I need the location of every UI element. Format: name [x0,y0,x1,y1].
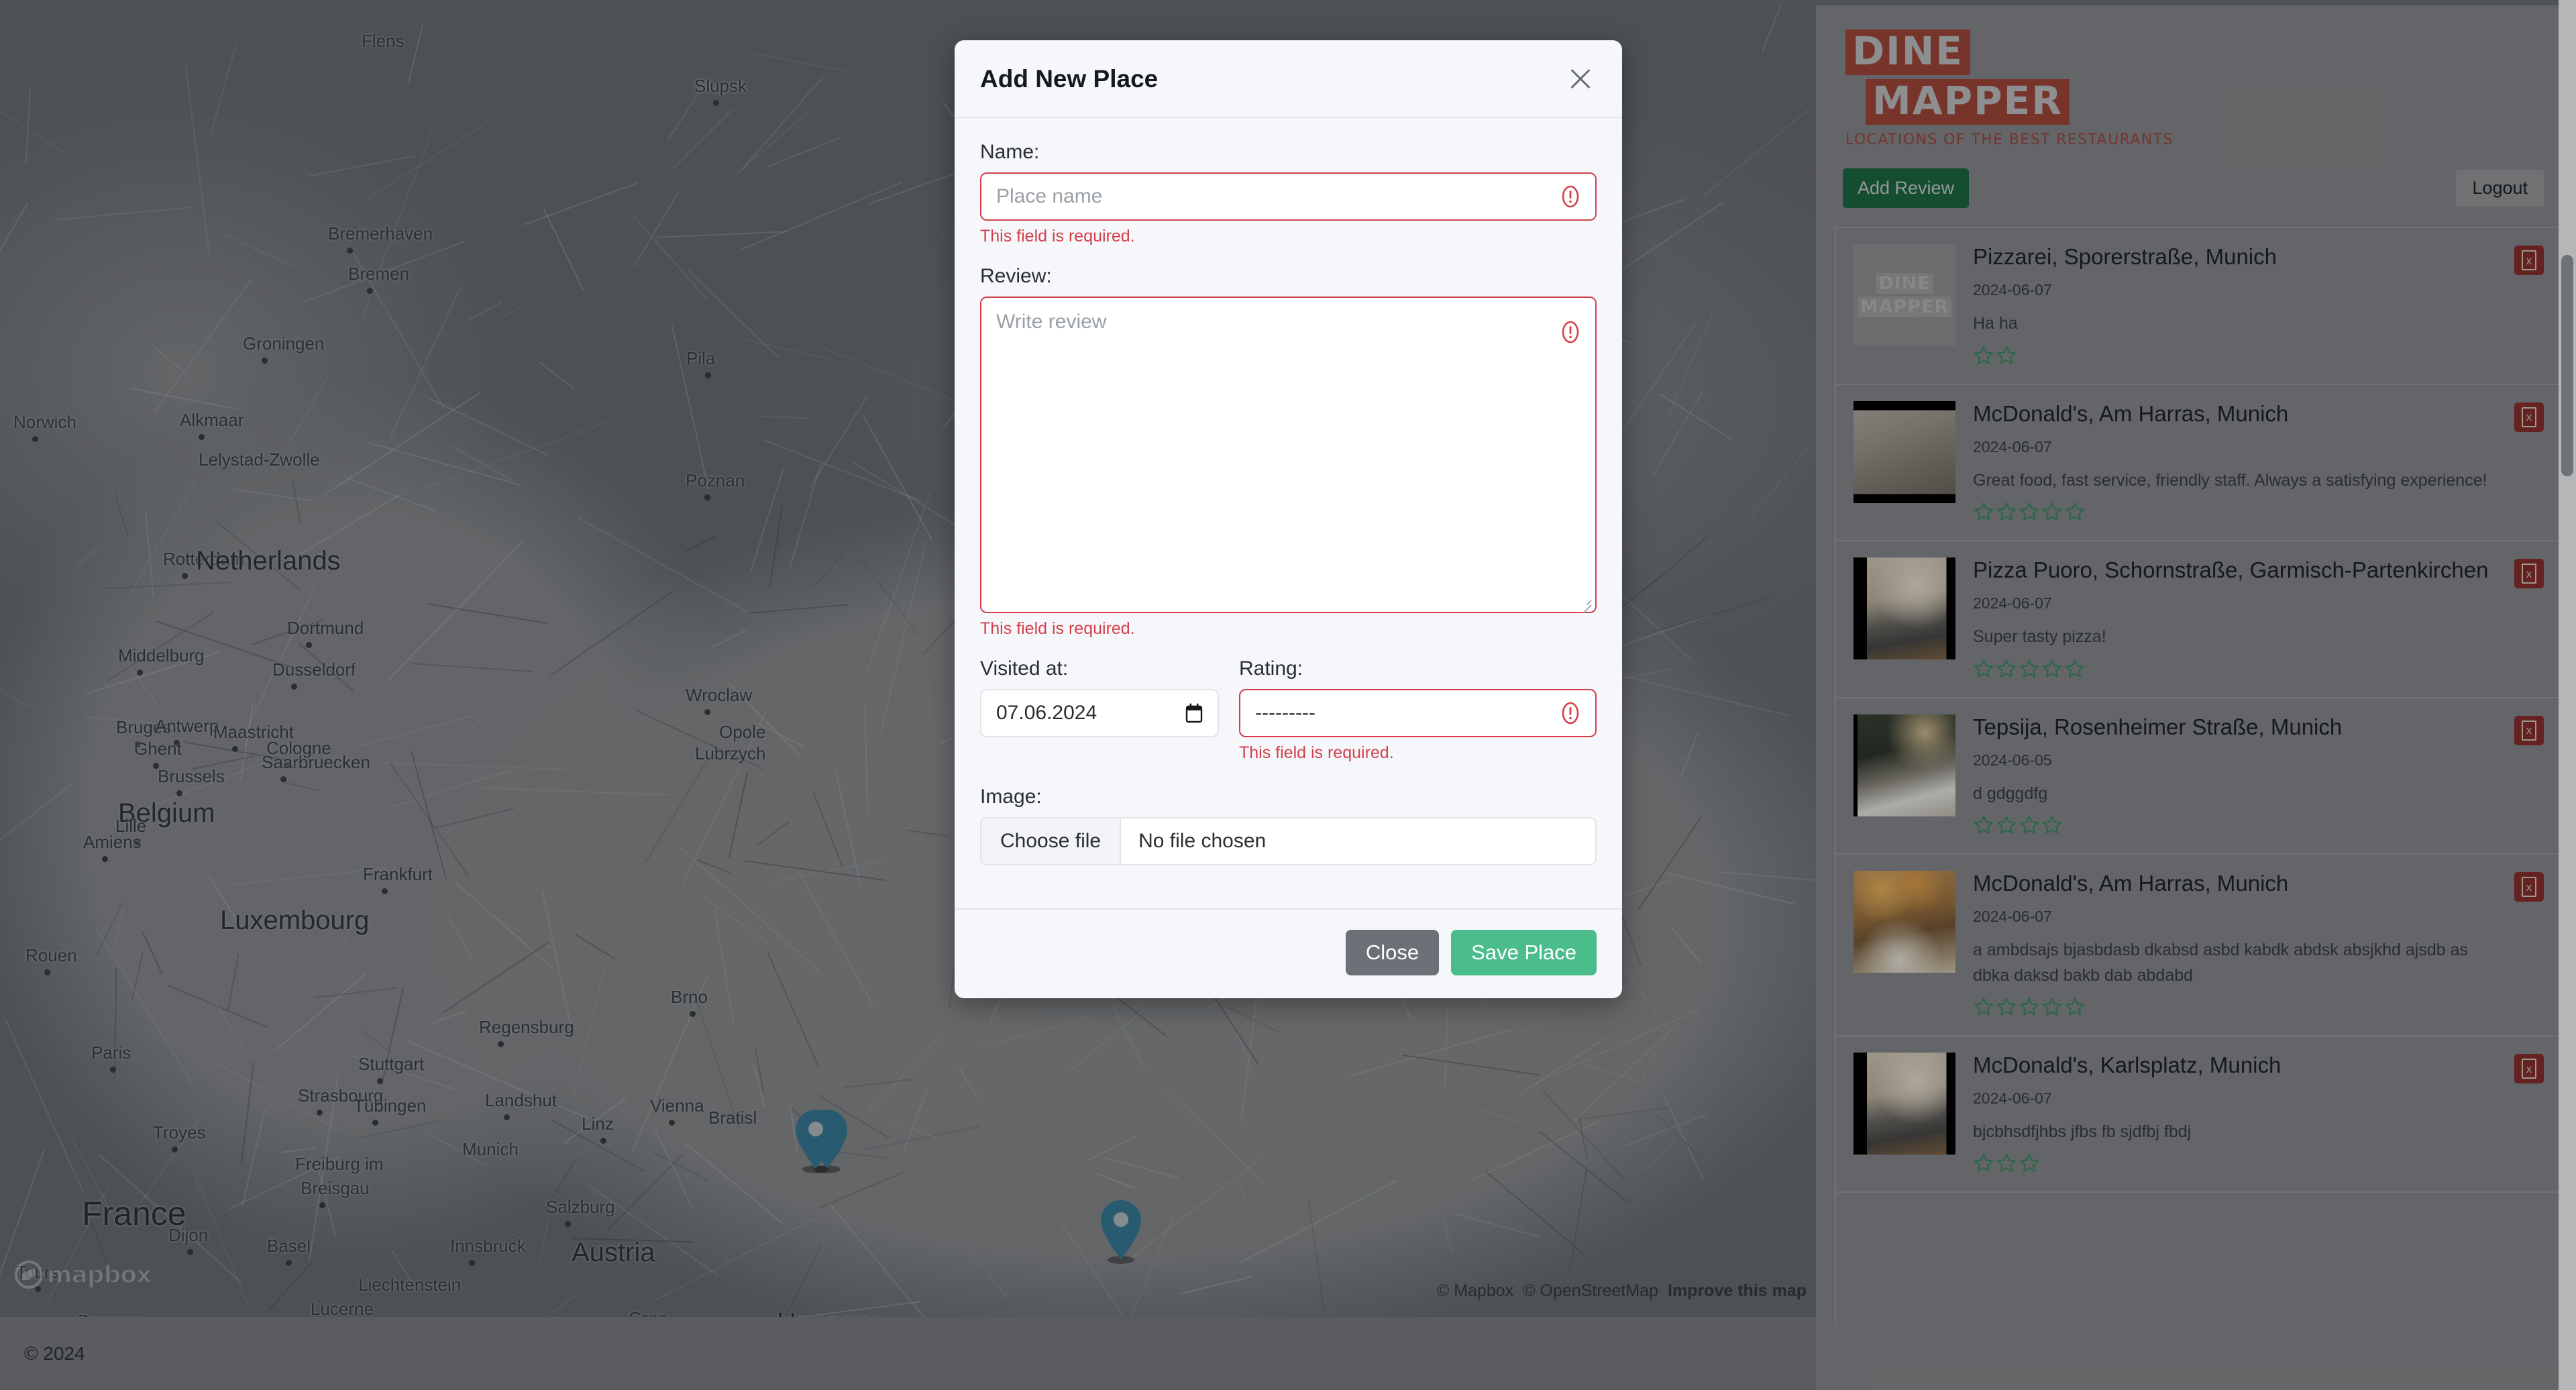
field-rating: Rating: This field is required. [1239,657,1597,763]
name-input[interactable] [980,172,1597,221]
choose-file-button[interactable]: Choose file [981,818,1122,864]
warning-icon [1559,702,1582,725]
close-button[interactable]: Close [1345,930,1440,975]
modal-title: Add New Place [980,65,1159,93]
add-new-place-dialog: Add New Place Name: This field is requir… [955,40,1622,998]
page-scrollbar[interactable] [2559,0,2576,1390]
review-error: This field is required. [980,619,1135,638]
rating-label: Rating: [1239,657,1303,680]
field-review: Review: This field is required. [980,265,1597,639]
field-image: Image: Choose file No file chosen [980,786,1597,865]
warning-icon [1559,185,1582,208]
visited-at-input[interactable] [980,689,1219,737]
name-error: This field is required. [980,227,1135,246]
modal-header: Add New Place [955,40,1622,118]
name-label: Name: [980,141,1040,163]
file-status-text: No file chosen [1138,830,1267,852]
page-scrollbar-thumb[interactable] [2561,255,2573,476]
image-label: Image: [980,786,1042,808]
rating-error: This field is required. [1239,743,1394,762]
modal-body: Name: This field is required. Review: [955,118,1622,891]
modal-footer: Close Save Place [955,908,1622,998]
review-label: Review: [980,265,1052,287]
calendar-icon[interactable] [1185,703,1203,723]
field-name: Name: This field is required. [980,141,1597,246]
rating-select[interactable] [1239,689,1597,737]
app-root: Norwich Alkmaar Lelystad-Zwolle Groningen Br… [0,0,2576,1390]
date-rating-row: Visited at: Rating: [980,657,1597,763]
field-visited-at: Visited at: [980,657,1219,763]
warning-icon [1559,321,1582,343]
visited-at-label: Visited at: [980,657,1069,680]
save-place-button[interactable]: Save Place [1451,930,1597,975]
review-textarea[interactable] [980,297,1597,613]
close-icon[interactable] [1564,63,1597,95]
